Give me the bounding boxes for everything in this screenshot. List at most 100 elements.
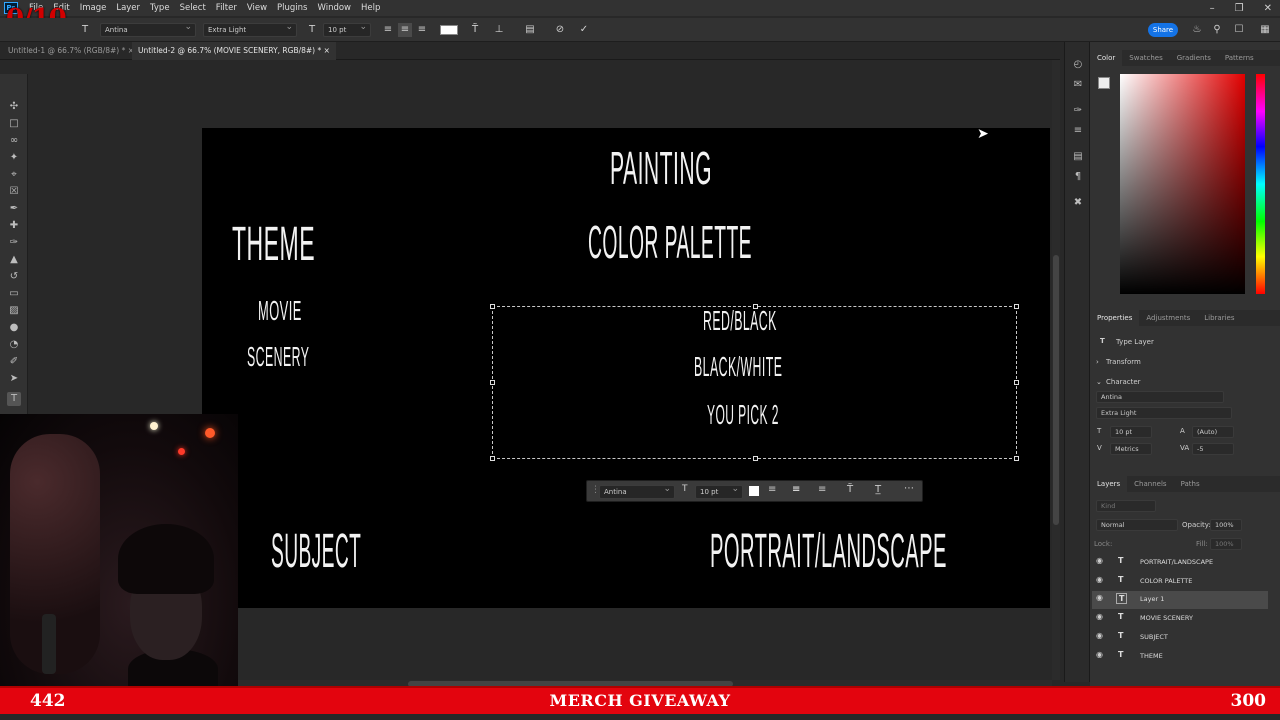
font-size-select[interactable]: 10 pt — [323, 21, 371, 37]
character-panel-icon[interactable]: ▤ — [523, 23, 537, 37]
dodge-tool-icon[interactable]: ◔ — [7, 338, 21, 352]
minimize-icon[interactable]: – — [1210, 3, 1215, 14]
tab-color[interactable]: Color — [1090, 50, 1123, 66]
layer-row[interactable]: ◉ T SUBJECT — [1092, 629, 1268, 647]
quick-select-tool-icon[interactable]: ✦ — [7, 151, 21, 165]
canvas-text-subject[interactable]: SUBJECT — [271, 525, 361, 579]
layer-row-selected[interactable]: ◉ T Layer 1 — [1092, 591, 1268, 609]
eye-icon[interactable]: ◉ — [1096, 650, 1103, 659]
tab-properties[interactable]: Properties — [1090, 310, 1140, 326]
menu-help[interactable]: Help — [356, 0, 385, 16]
canvas-text-movie[interactable]: MOVIE — [258, 294, 302, 328]
share-button[interactable]: Share — [1148, 23, 1178, 37]
canvas-text-color-palette[interactable]: COLOR PALETTE — [588, 216, 752, 268]
transform-section[interactable]: Transform — [1106, 358, 1141, 366]
search-icon[interactable]: ⚲ — [1210, 23, 1224, 37]
warp-text-icon[interactable]: T̃ — [468, 23, 482, 37]
hue-slider[interactable] — [1256, 74, 1265, 294]
transform-handle[interactable] — [1014, 380, 1019, 385]
align-center-icon[interactable]: ≡ — [792, 484, 800, 495]
scrollbar-thumb[interactable] — [1053, 255, 1059, 525]
eye-icon[interactable]: ◉ — [1096, 612, 1103, 621]
text-3d-icon[interactable]: ⊥ — [492, 23, 506, 37]
tab-patterns[interactable]: Patterns — [1218, 50, 1261, 66]
transform-handle[interactable] — [1014, 456, 1019, 461]
adjustments-icon[interactable]: ≡ — [1071, 124, 1085, 138]
layer-row[interactable]: ◉ T MOVIE SCENERY — [1092, 610, 1268, 628]
foreground-color-swatch[interactable] — [1098, 77, 1110, 89]
transform-handle[interactable] — [1014, 304, 1019, 309]
more-options-icon[interactable]: ⋯ — [904, 483, 914, 494]
move-tool-icon[interactable]: ✣ — [7, 100, 21, 114]
pen-tool-icon[interactable]: ✐ — [7, 355, 21, 369]
workspace-icon[interactable]: ☐ — [1232, 23, 1246, 37]
transform-handle[interactable] — [490, 456, 495, 461]
canvas-text-portrait-landscape[interactable]: PORTRAIT/LANDSCAPE — [710, 525, 947, 579]
paragraph-icon[interactable]: ¶ — [1071, 170, 1085, 184]
canvas-text-painting[interactable]: PAINTING — [610, 142, 712, 194]
type-tool-icon[interactable]: T — [78, 23, 92, 37]
menu-layer[interactable]: Layer — [111, 0, 145, 16]
menu-plugins[interactable]: Plugins — [272, 0, 312, 16]
align-right-icon[interactable]: ≡ — [818, 484, 826, 495]
close-icon[interactable]: × — [324, 46, 330, 55]
context-color-swatch[interactable] — [749, 486, 759, 496]
chevron-right-icon[interactable]: › — [1096, 358, 1099, 366]
layer-kind-filter[interactable]: Kind — [1096, 500, 1156, 512]
bell-icon[interactable]: ♨ — [1190, 23, 1204, 37]
tab-libraries[interactable]: Libraries — [1197, 310, 1241, 326]
close-icon[interactable]: ✕ — [1264, 3, 1272, 14]
blur-tool-icon[interactable]: ● — [7, 321, 21, 335]
character-section[interactable]: Character — [1106, 378, 1141, 386]
eye-icon[interactable]: ◉ — [1096, 631, 1103, 640]
tab-paths[interactable]: Paths — [1174, 476, 1207, 492]
context-size-select[interactable]: 10 pt — [695, 483, 743, 499]
menu-select[interactable]: Select — [175, 0, 211, 16]
menu-window[interactable]: Window — [312, 0, 356, 16]
menu-view[interactable]: View — [242, 0, 272, 16]
align-right-icon[interactable]: ≡ — [415, 23, 429, 37]
brush-settings-icon[interactable]: ✑ — [1071, 104, 1085, 118]
align-left-icon[interactable]: ≡ — [768, 484, 776, 495]
color-picker-field[interactable] — [1120, 74, 1245, 294]
character-tracking-field[interactable]: -5 — [1192, 443, 1234, 455]
restore-icon[interactable]: ❐ — [1235, 3, 1244, 14]
brush-tool-icon[interactable]: ✑ — [7, 236, 21, 250]
transform-handle[interactable] — [490, 380, 495, 385]
warp-text-icon[interactable]: T̃ — [847, 484, 853, 495]
marquee-tool-icon[interactable]: □ — [7, 117, 21, 131]
context-font-select[interactable]: Antina — [599, 483, 675, 499]
tab-untitled-1[interactable]: Untitled-1 @ 66.7% (RGB/8#) * × — [2, 42, 140, 60]
tab-adjustments[interactable]: Adjustments — [1139, 310, 1197, 326]
frame-tool-icon[interactable]: ☒ — [7, 185, 21, 199]
layout-icon[interactable]: ▦ — [1258, 23, 1272, 37]
character-style-select[interactable]: Extra Light — [1096, 407, 1232, 419]
transform-handle[interactable] — [753, 304, 758, 309]
eyedropper-tool-icon[interactable]: ✒ — [7, 202, 21, 216]
font-family-select[interactable]: Antina — [100, 21, 196, 37]
menu-type[interactable]: Type — [145, 0, 175, 16]
tab-gradients[interactable]: Gradients — [1170, 50, 1218, 66]
tab-swatches[interactable]: Swatches — [1122, 50, 1169, 66]
character-leading-field[interactable]: (Auto) — [1192, 426, 1234, 438]
tab-layers[interactable]: Layers — [1090, 476, 1128, 492]
canvas-text-scenery[interactable]: SCENERY — [247, 340, 309, 374]
align-left-icon[interactable]: ≡ — [381, 23, 395, 37]
crop-tool-icon[interactable]: ⌖ — [7, 168, 21, 182]
opacity-field[interactable]: 100% — [1210, 519, 1242, 531]
canvas-text-theme[interactable]: THEME — [232, 218, 315, 272]
lasso-tool-icon[interactable]: ∞ — [7, 134, 21, 148]
align-center-icon[interactable]: ≡ — [398, 23, 412, 37]
text-options-icon[interactable]: T̲ — [875, 484, 881, 495]
blend-mode-select[interactable]: Normal — [1096, 519, 1178, 531]
tools-icon[interactable]: ✖ — [1071, 196, 1085, 210]
commit-check-icon[interactable]: ✓ — [577, 23, 591, 37]
menu-image[interactable]: Image — [75, 0, 112, 16]
layer-row[interactable]: ◉ T THEME — [1092, 648, 1268, 666]
layer-row[interactable]: ◉ T PORTRAIT/LANDSCAPE — [1092, 554, 1268, 572]
eye-icon[interactable]: ◉ — [1096, 575, 1103, 584]
text-color-swatch[interactable] — [440, 25, 458, 35]
layer-row[interactable]: ◉ T COLOR PALETTE — [1092, 573, 1268, 591]
character-size-field[interactable]: 10 pt — [1110, 426, 1152, 438]
eye-icon[interactable]: ◉ — [1096, 593, 1103, 602]
